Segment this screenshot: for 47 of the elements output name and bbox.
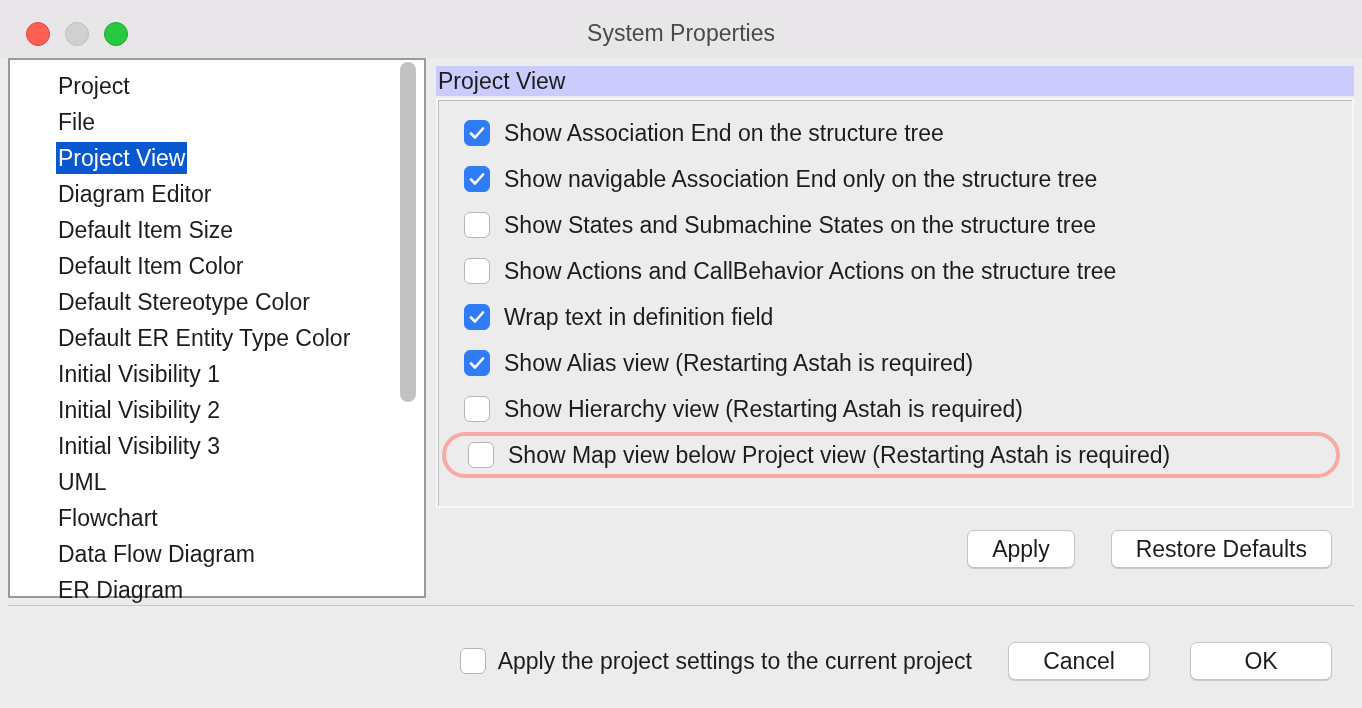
dialog-button[interactable]: Apply	[967, 530, 1075, 568]
checkmark-icon	[469, 356, 485, 370]
window-title: System Properties	[587, 18, 775, 48]
category-item[interactable]: Initial Visibility 3	[56, 430, 222, 462]
section-header: Project View	[436, 66, 1354, 96]
category-item[interactable]: Flowchart	[56, 502, 160, 534]
category-item[interactable]: Initial Visibility 1	[56, 358, 222, 390]
option-label: Show navigable Association End only on the structure tree	[504, 164, 1098, 194]
checkbox[interactable]	[464, 258, 490, 284]
category-item[interactable]: Default ER Entity Type Color	[56, 322, 353, 354]
checkmark-icon	[469, 126, 485, 140]
category-item[interactable]: Default Item Color	[56, 250, 246, 282]
option-label: Show Map view below Project view (Restarting Astah is required)	[508, 440, 1171, 470]
dialog-button[interactable]: Cancel	[1008, 642, 1150, 680]
category-item[interactable]: Default Stereotype Color	[56, 286, 312, 318]
checkbox[interactable]	[468, 442, 494, 468]
category-item[interactable]: Initial Visibility 2	[56, 394, 222, 426]
checkmark-icon	[469, 172, 485, 186]
checkbox[interactable]	[464, 396, 490, 422]
option-label: Show Alias view (Restarting Astah is required)	[504, 348, 974, 378]
dialog-button[interactable]: Restore Defaults	[1110, 530, 1332, 568]
option-label: Show Hierarchy view (Restarting Astah is required)	[504, 394, 1023, 424]
checkbox[interactable]	[464, 304, 490, 330]
category-item[interactable]: Project View	[56, 142, 188, 174]
category-item[interactable]: ER Diagram	[56, 574, 186, 606]
checkbox[interactable]	[464, 350, 490, 376]
checkbox-label: Apply the project settings to the current project	[497, 646, 972, 676]
category-item[interactable]: File	[56, 106, 98, 138]
checkbox[interactable]	[464, 212, 490, 238]
close-icon[interactable]	[26, 22, 50, 46]
scrollbar[interactable]	[400, 62, 416, 402]
category-item[interactable]: Diagram Editor	[56, 178, 214, 210]
option-label: Show Association End on the structure tree	[504, 118, 944, 148]
option-label: Show Actions and CallBehavior Actions on the structure tree	[504, 256, 1117, 286]
option-label: Show States and Submachine States on the structure tree	[504, 210, 1096, 240]
zoom-icon[interactable]	[104, 22, 128, 46]
checkbox[interactable]	[464, 120, 490, 146]
option-label: Wrap text in definition field	[504, 302, 774, 332]
checkmark-icon	[469, 310, 485, 324]
checkbox[interactable]	[459, 648, 486, 674]
category-item[interactable]: UML	[56, 466, 109, 498]
dialog-button[interactable]: OK	[1190, 642, 1332, 680]
category-item[interactable]: Project	[56, 70, 132, 102]
minimize-icon[interactable]	[65, 22, 89, 46]
checkbox[interactable]	[464, 166, 490, 192]
category-item[interactable]: Default Item Size	[56, 214, 236, 246]
category-item[interactable]: Data Flow Diagram	[56, 538, 257, 570]
